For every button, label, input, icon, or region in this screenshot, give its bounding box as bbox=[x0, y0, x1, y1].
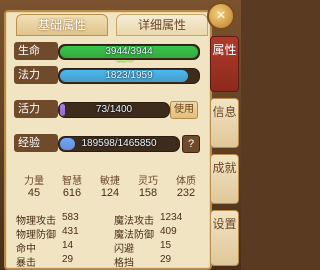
attr-key: 敏捷 bbox=[100, 176, 120, 187]
attr-constitution: 体质 232 bbox=[168, 172, 204, 199]
stat-key: 命中 bbox=[16, 244, 36, 255]
energy-label: 活力 bbox=[14, 100, 58, 118]
side-tab-label: 成就 bbox=[212, 161, 237, 175]
base-attributes: 力量 45 智慧 616 敏捷 124 灵巧 158 体质 232 bbox=[16, 172, 206, 202]
stat-key: 魔法攻击 bbox=[114, 216, 154, 227]
exp-label: 经验 bbox=[14, 134, 58, 152]
side-tabs: × 属性 信息 成就 设置 bbox=[207, 0, 241, 270]
stat-value: 583 bbox=[62, 212, 79, 223]
help-button[interactable]: ? bbox=[182, 135, 200, 153]
stat-crit: 暴击 29 bbox=[16, 254, 106, 269]
tab-bar: 基础属性 详细属性 bbox=[16, 12, 212, 36]
hp-label: 生命 bbox=[14, 42, 58, 60]
tab-detailed-attributes[interactable]: 详细属性 bbox=[116, 14, 208, 36]
side-tab-label: 属性 bbox=[212, 43, 237, 57]
stat-key: 暴击 bbox=[16, 258, 36, 269]
exp-value: 189598/1465850 bbox=[81, 138, 157, 149]
attr-key: 灵巧 bbox=[138, 176, 158, 187]
stat-value: 29 bbox=[62, 254, 74, 265]
close-icon[interactable]: × bbox=[207, 2, 235, 30]
side-tab-label: 信息 bbox=[212, 105, 237, 119]
hp-value: 3944/3944 bbox=[105, 46, 153, 57]
attr-value: 232 bbox=[176, 187, 196, 199]
energy-bar: 73/1400 bbox=[58, 102, 170, 118]
stat-physical-defense: 物理防御 431 bbox=[16, 226, 106, 241]
attr-key: 智慧 bbox=[62, 176, 82, 187]
attr-value: 45 bbox=[27, 187, 41, 199]
stat-value: 431 bbox=[62, 226, 79, 237]
combat-stats: 物理攻击 583 魔法攻击 1234 物理防御 431 魔法防御 409 命中 … bbox=[16, 212, 206, 269]
stat-magic-defense: 魔法防御 409 bbox=[114, 226, 204, 241]
attr-dexterity: 灵巧 158 bbox=[130, 172, 166, 199]
mp-value: 1823/1959 bbox=[105, 70, 153, 81]
attr-key: 体质 bbox=[176, 176, 196, 187]
stat-value: 409 bbox=[160, 226, 177, 237]
hp-row: 生命 3944/3944 bbox=[14, 42, 204, 60]
tab-basic-attributes[interactable]: 基础属性 bbox=[16, 14, 108, 36]
attributes-panel: 基础属性 详细属性 110 生命 3944/3944 法力 1823/1959 … bbox=[4, 10, 212, 270]
character-window: 基础属性 详细属性 110 生命 3944/3944 法力 1823/1959 … bbox=[0, 0, 241, 270]
attr-value: 616 bbox=[62, 187, 82, 199]
use-button[interactable]: 使用 bbox=[170, 101, 198, 119]
stat-key: 格挡 bbox=[114, 258, 134, 269]
stat-key: 闪避 bbox=[114, 244, 134, 255]
attr-strength: 力量 45 bbox=[16, 172, 52, 199]
stat-block: 格挡 29 bbox=[114, 254, 204, 269]
side-tab-achievements[interactable]: 成就 bbox=[210, 154, 239, 204]
side-tab-label: 设置 bbox=[212, 217, 237, 231]
stat-magic-attack: 魔法攻击 1234 bbox=[114, 212, 204, 227]
stat-hit: 命中 14 bbox=[16, 240, 106, 255]
attr-value: 124 bbox=[100, 187, 120, 199]
side-tab-settings[interactable]: 设置 bbox=[210, 210, 239, 266]
mp-label: 法力 bbox=[14, 66, 58, 84]
side-tab-info[interactable]: 信息 bbox=[210, 98, 239, 148]
side-tab-attributes[interactable]: 属性 bbox=[210, 36, 239, 92]
hp-bar: 3944/3944 bbox=[58, 44, 200, 60]
stat-value: 15 bbox=[160, 240, 172, 251]
attr-value: 158 bbox=[138, 187, 158, 199]
attr-agility: 敏捷 124 bbox=[92, 172, 128, 199]
stat-key: 物理攻击 bbox=[16, 216, 56, 227]
stat-value: 14 bbox=[62, 240, 74, 251]
energy-value: 73/1400 bbox=[95, 104, 133, 115]
exp-row: 经验 189598/1465850 ? bbox=[14, 134, 204, 153]
energy-row: 活力 73/1400 使用 bbox=[14, 100, 204, 119]
stat-value: 1234 bbox=[160, 212, 183, 223]
attr-wisdom: 智慧 616 bbox=[54, 172, 90, 199]
mp-bar: 1823/1959 bbox=[58, 68, 200, 84]
mp-row: 法力 1823/1959 bbox=[14, 66, 204, 84]
stat-key: 魔法防御 bbox=[114, 230, 154, 241]
stat-physical-attack: 物理攻击 583 bbox=[16, 212, 106, 227]
exp-bar: 189598/1465850 bbox=[58, 136, 180, 152]
attr-key: 力量 bbox=[24, 176, 44, 187]
stat-dodge: 闪避 15 bbox=[114, 240, 204, 255]
stat-key: 物理防御 bbox=[16, 230, 56, 241]
stat-value: 29 bbox=[160, 254, 172, 265]
